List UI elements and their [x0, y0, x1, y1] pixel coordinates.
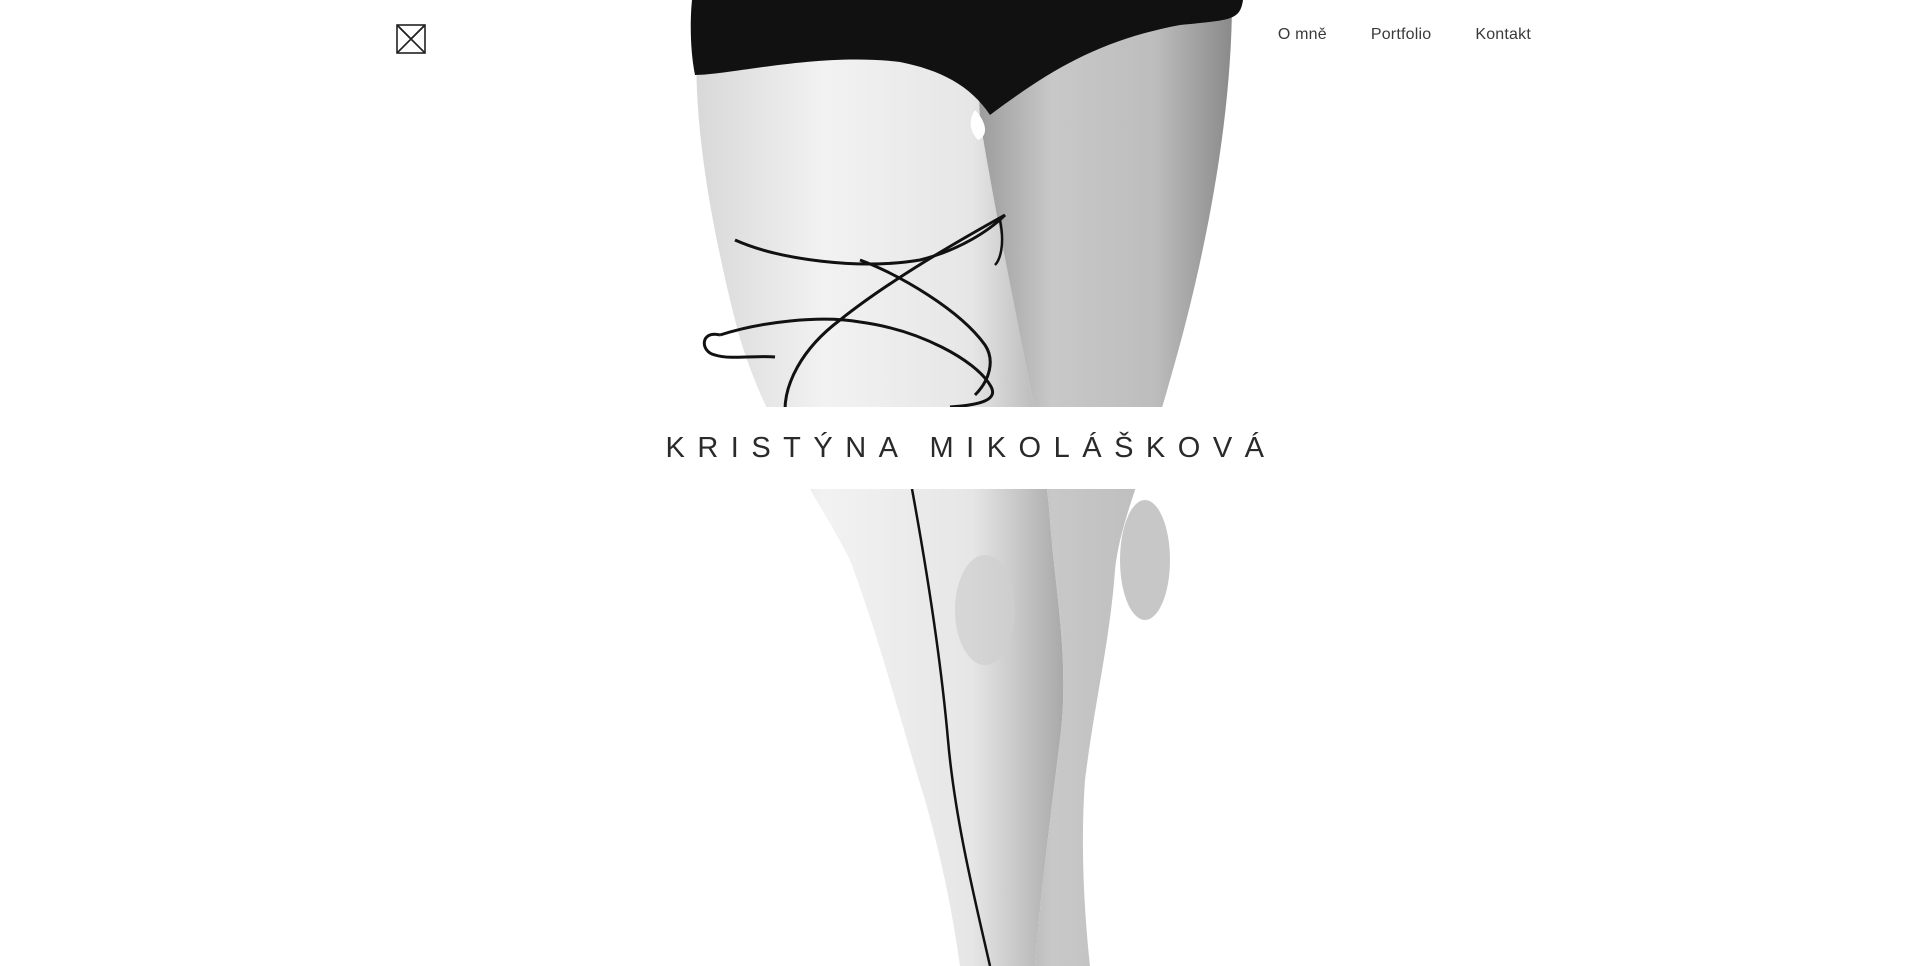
nav-item-portfolio[interactable]: Portfolio [1371, 24, 1432, 46]
logo[interactable] [396, 24, 426, 54]
nav-item-o-mne[interactable]: O mně [1278, 24, 1327, 46]
name-band: KRISTÝNA MIKOLÁŠKOVÁ [655, 407, 1275, 489]
bow-tie-square-logo-icon [396, 24, 426, 54]
nav-item-kontakt[interactable]: Kontakt [1475, 24, 1531, 46]
main-nav: O mně Portfolio Kontakt [1278, 24, 1531, 46]
page: O mně Portfolio Kontakt KRISTÝNA MIKOLÁŠ… [0, 0, 1919, 966]
site-title: KRISTÝNA MIKOLÁŠKOVÁ [665, 431, 1277, 464]
